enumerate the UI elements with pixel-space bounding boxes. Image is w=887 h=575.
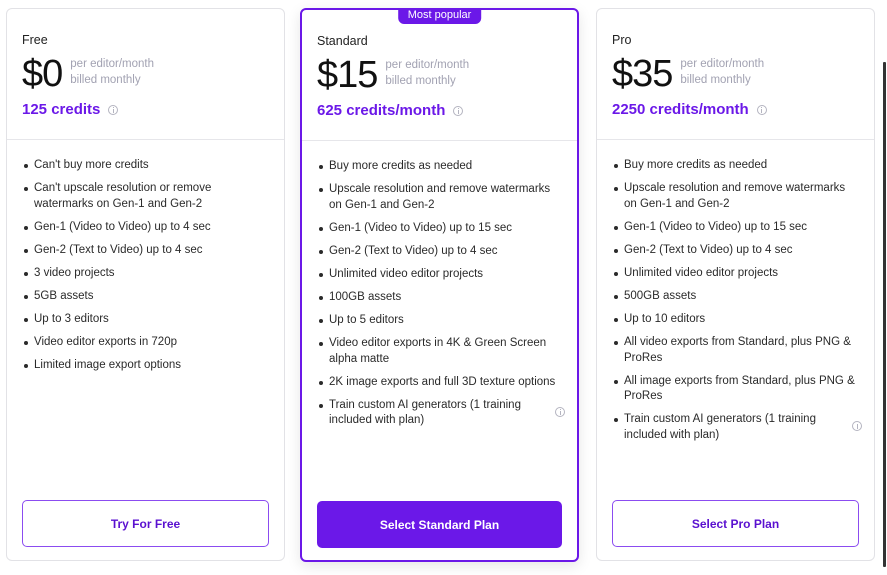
- price-row: $15 per editor/month billed monthly: [317, 55, 469, 95]
- plan-card-standard: Most popular Standard $15 per editor/mon…: [300, 8, 579, 562]
- price-per-editor: per editor/month: [70, 58, 155, 70]
- feature-item: Can't buy more credits: [22, 158, 266, 174]
- plan-credits: 125 credits: [22, 101, 119, 118]
- feature-item: 100GB assets: [317, 290, 559, 306]
- price-billing: billed monthly: [385, 75, 456, 87]
- feature-item: Gen-1 (Video to Video) up to 15 sec: [612, 220, 856, 236]
- feature-item: Can't upscale resolution or remove water…: [22, 181, 266, 212]
- feature-item: Gen-1 (Video to Video) up to 4 sec: [22, 220, 266, 236]
- plan-price: $15: [317, 54, 378, 96]
- feature-list: Buy more credits as needed Upscale resol…: [317, 159, 565, 436]
- plan-credits: 2250 credits/month: [612, 101, 767, 118]
- feature-text: Train custom AI generators (1 training i…: [329, 398, 521, 427]
- plan-card-free: Free $0 per editor/month billed monthly …: [6, 8, 285, 561]
- price-row: $35 per editor/month billed monthly: [612, 54, 764, 94]
- feature-item: Buy more credits as needed: [612, 158, 856, 174]
- credits-label: 625 credits/month: [317, 102, 446, 119]
- feature-item: Up to 3 editors: [22, 312, 266, 328]
- plan-name: Free: [22, 33, 48, 47]
- credits-label: 125 credits: [22, 101, 101, 118]
- plan-price: $0: [22, 53, 63, 95]
- price-meta: per editor/month billed monthly: [70, 56, 154, 88]
- select-pro-plan-button[interactable]: Select Pro Plan: [612, 500, 859, 547]
- select-standard-plan-button[interactable]: Select Standard Plan: [317, 501, 562, 548]
- feature-item: Up to 5 editors: [317, 313, 559, 329]
- info-circle-icon[interactable]: [555, 406, 565, 417]
- price-billing: billed monthly: [70, 74, 141, 86]
- feature-item: 3 video projects: [22, 266, 266, 282]
- feature-item: Unlimited video editor projects: [612, 266, 856, 282]
- feature-list: Buy more credits as needed Upscale resol…: [612, 158, 862, 451]
- feature-text: Train custom AI generators (1 training i…: [624, 413, 816, 441]
- feature-item: Unlimited video editor projects: [317, 267, 559, 283]
- info-circle-icon[interactable]: [852, 421, 862, 432]
- feature-item: Upscale resolution and remove watermarks…: [612, 181, 856, 212]
- info-circle-icon[interactable]: [756, 104, 767, 115]
- feature-item: Limited image export options: [22, 358, 266, 374]
- price-row: $0 per editor/month billed monthly: [22, 54, 154, 94]
- credits-label: 2250 credits/month: [612, 101, 749, 118]
- feature-item: Train custom AI generators (1 training i…: [612, 412, 862, 443]
- feature-item: Up to 10 editors: [612, 312, 856, 328]
- feature-item: Video editor exports in 4K & Green Scree…: [317, 336, 559, 367]
- price-per-editor: per editor/month: [680, 58, 765, 70]
- try-for-free-button[interactable]: Try For Free: [22, 500, 269, 547]
- price-per-editor: per editor/month: [385, 59, 470, 71]
- feature-item: All image exports from Standard, plus PN…: [612, 374, 856, 405]
- feature-item: Upscale resolution and remove watermarks…: [317, 182, 559, 213]
- plan-price: $35: [612, 53, 673, 95]
- plan-header: Standard $15 per editor/month billed mon…: [302, 10, 577, 141]
- feature-item: Video editor exports in 720p: [22, 335, 266, 351]
- feature-item: 500GB assets: [612, 289, 856, 305]
- feature-item: Gen-2 (Text to Video) up to 4 sec: [317, 244, 559, 260]
- page-scrollbar[interactable]: [883, 62, 886, 567]
- plan-credits: 625 credits/month: [317, 102, 464, 119]
- info-circle-icon[interactable]: [108, 104, 119, 115]
- feature-item: Gen-2 (Text to Video) up to 4 sec: [22, 243, 266, 259]
- feature-item: All video exports from Standard, plus PN…: [612, 335, 856, 366]
- plan-name: Pro: [612, 33, 632, 47]
- price-billing: billed monthly: [680, 74, 751, 86]
- plan-header: Free $0 per editor/month billed monthly …: [7, 9, 284, 140]
- plan-name: Standard: [317, 34, 368, 48]
- feature-item: Gen-2 (Text to Video) up to 4 sec: [612, 243, 856, 259]
- feature-item: 2K image exports and full 3D texture opt…: [317, 375, 559, 391]
- feature-item: Train custom AI generators (1 training i…: [317, 398, 565, 429]
- feature-item: Buy more credits as needed: [317, 159, 559, 175]
- plan-header: Pro $35 per editor/month billed monthly …: [597, 9, 874, 140]
- price-meta: per editor/month billed monthly: [680, 56, 764, 88]
- price-meta: per editor/month billed monthly: [385, 57, 469, 89]
- plan-card-pro: Pro $35 per editor/month billed monthly …: [596, 8, 875, 561]
- feature-list: Can't buy more credits Can't upscale res…: [22, 158, 266, 381]
- feature-item: Gen-1 (Video to Video) up to 15 sec: [317, 221, 559, 237]
- feature-item: 5GB assets: [22, 289, 266, 305]
- info-circle-icon[interactable]: [453, 105, 464, 116]
